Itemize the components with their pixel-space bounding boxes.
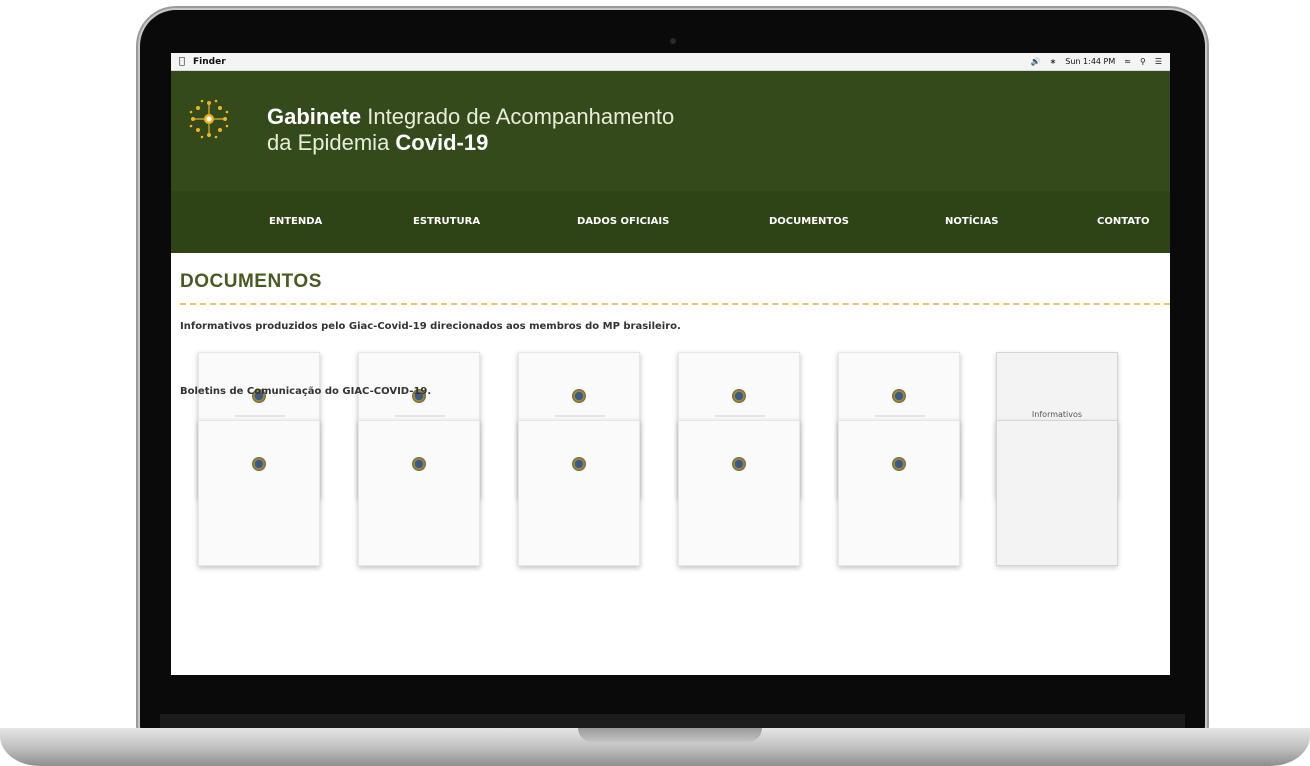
laptop-base-notch	[578, 728, 762, 742]
seal-icon	[252, 457, 266, 471]
bluetooth-icon[interactable]: ∗	[1050, 57, 1057, 66]
seal-icon	[732, 457, 746, 471]
nav-item-documentos[interactable]: DOCUMENTOS	[769, 191, 849, 253]
nav-item-dados-oficiais[interactable]: DADOS OFICIAIS	[577, 191, 669, 253]
title-rest-1: Integrado de Acompanhamento	[361, 104, 675, 129]
laptop-hinge	[160, 714, 1185, 728]
title-bold-2: Covid-19	[395, 130, 489, 155]
nav-item-estrutura[interactable]: ESTRUTURA	[413, 191, 480, 253]
list-icon[interactable]: ☰	[1155, 57, 1162, 66]
bulletin-card[interactable]	[678, 420, 800, 566]
clock[interactable]: Sun 1:44 PM	[1065, 57, 1115, 66]
title-rest-2: da Epidemia	[267, 130, 396, 155]
seal-icon	[572, 389, 586, 403]
bulletin-card[interactable]	[518, 420, 640, 566]
seal-icon	[572, 457, 586, 471]
nav-item-noticias[interactable]: NOTÍCIAS	[945, 191, 998, 253]
menubar-status: 🔊 ∗ Sun 1:44 PM ≈ ⚲ ☰	[1031, 57, 1162, 66]
title-bold-1: Gabinete	[267, 104, 362, 129]
apple-icon[interactable]: 	[179, 56, 185, 67]
title-divider	[180, 303, 1170, 305]
seal-icon	[732, 389, 746, 403]
section1-subtitle: Informativos produzidos pelo Giac-Covid-…	[180, 321, 681, 332]
seal-icon	[892, 457, 906, 471]
laptop-base	[0, 728, 1310, 766]
bulletin-card[interactable]	[358, 420, 480, 566]
boletins-row	[171, 410, 1170, 566]
app-name[interactable]: Finder	[193, 57, 226, 67]
bulletin-card[interactable]	[838, 420, 960, 566]
bulletin-more-card[interactable]	[996, 420, 1118, 566]
seal-icon	[892, 389, 906, 403]
nav-item-contato[interactable]: CONTATO	[1097, 191, 1150, 253]
nav-item-entenda[interactable]: ENTENDA	[269, 191, 322, 253]
spotlight-icon[interactable]: ⚲	[1140, 57, 1146, 66]
volume-icon[interactable]: 🔊	[1031, 57, 1041, 66]
covid-logo-icon[interactable]	[187, 97, 231, 141]
camera-icon	[670, 38, 676, 44]
page-title: DOCUMENTOS	[180, 271, 322, 292]
screen:  Finder 🔊 ∗ Sun 1:44 PM ≈ ⚲ ☰	[171, 53, 1170, 675]
site-title[interactable]: Gabinete Integrado de Acompanhamento da …	[267, 104, 674, 156]
bulletin-card[interactable]	[198, 420, 320, 566]
wifi-icon[interactable]: ≈	[1124, 57, 1131, 66]
mac-menubar:  Finder 🔊 ∗ Sun 1:44 PM ≈ ⚲ ☰	[171, 53, 1170, 71]
seal-icon	[412, 457, 426, 471]
site-header: Gabinete Integrado de Acompanhamento da …	[171, 71, 1170, 191]
section2-subtitle: Boletins de Comunicação do GIAC-COVID-19…	[180, 386, 432, 397]
main-nav: ENTENDA ESTRUTURA DADOS OFICIAIS DOCUMEN…	[171, 191, 1170, 253]
